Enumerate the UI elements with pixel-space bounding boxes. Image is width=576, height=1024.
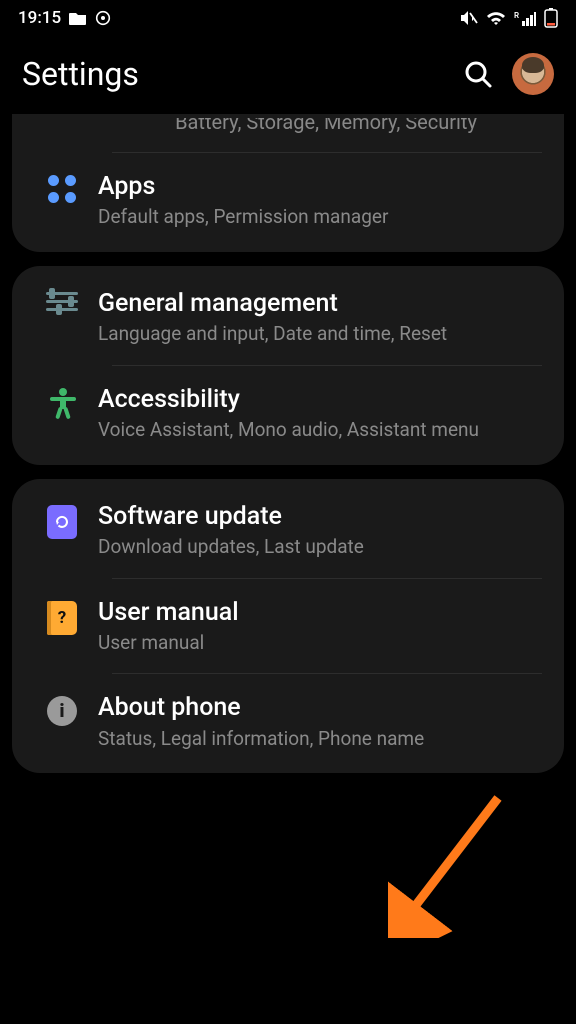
sync-icon xyxy=(95,10,111,26)
row-title: Accessibility xyxy=(98,384,542,415)
partial-row-sub: Battery, Storage, Memory, Security xyxy=(112,118,540,144)
wifi-icon xyxy=(486,11,506,26)
settings-group-general: General management Language and input, D… xyxy=(12,266,564,465)
status-left: 19:15 xyxy=(18,8,111,28)
mute-icon xyxy=(460,10,478,26)
row-sub: Status, Legal information, Phone name xyxy=(98,726,542,752)
manual-icon: ? xyxy=(26,597,98,635)
accessibility-icon xyxy=(26,384,98,420)
profile-avatar[interactable] xyxy=(512,53,554,95)
row-title: Apps xyxy=(98,171,542,202)
app-header: Settings xyxy=(0,36,576,114)
search-icon xyxy=(463,59,493,89)
settings-item-apps[interactable]: Apps Default apps, Permission manager xyxy=(12,153,564,248)
row-title: General management xyxy=(98,288,542,319)
row-sub: Language and input, Date and time, Reset xyxy=(98,321,542,347)
update-icon xyxy=(26,501,98,539)
settings-item-software-update[interactable]: Software update Download updates, Last u… xyxy=(12,483,564,578)
folder-icon xyxy=(69,11,87,25)
row-title: User manual xyxy=(98,597,542,628)
info-icon: i xyxy=(26,692,98,726)
row-sub: User manual xyxy=(98,630,542,656)
settings-item-accessibility[interactable]: Accessibility Voice Assistant, Mono audi… xyxy=(12,366,564,461)
annotation-arrow xyxy=(388,788,518,938)
apps-icon xyxy=(26,171,98,203)
row-title: About phone xyxy=(98,692,542,723)
sliders-icon xyxy=(26,288,98,311)
status-time: 19:15 xyxy=(18,8,61,28)
status-right: R xyxy=(460,8,558,28)
battery-icon xyxy=(544,8,558,28)
search-button[interactable] xyxy=(456,52,500,96)
settings-item-general-management[interactable]: General management Language and input, D… xyxy=(12,270,564,365)
row-sub: Download updates, Last update xyxy=(98,534,542,560)
row-title: Software update xyxy=(98,501,542,532)
row-sub: Voice Assistant, Mono audio, Assistant m… xyxy=(98,417,542,443)
status-bar: 19:15 R xyxy=(0,0,576,36)
svg-text:R: R xyxy=(514,11,519,20)
settings-group-system: Software update Download updates, Last u… xyxy=(12,479,564,774)
page-title: Settings xyxy=(22,55,456,93)
signal-icon: R xyxy=(514,11,536,26)
settings-item-about-phone[interactable]: i About phone Status, Legal information,… xyxy=(12,674,564,769)
settings-item-user-manual[interactable]: ? User manual User manual xyxy=(12,579,564,674)
row-sub: Default apps, Permission manager xyxy=(98,204,542,230)
settings-group-device-care: Battery, Storage, Memory, Security Apps … xyxy=(12,114,564,252)
